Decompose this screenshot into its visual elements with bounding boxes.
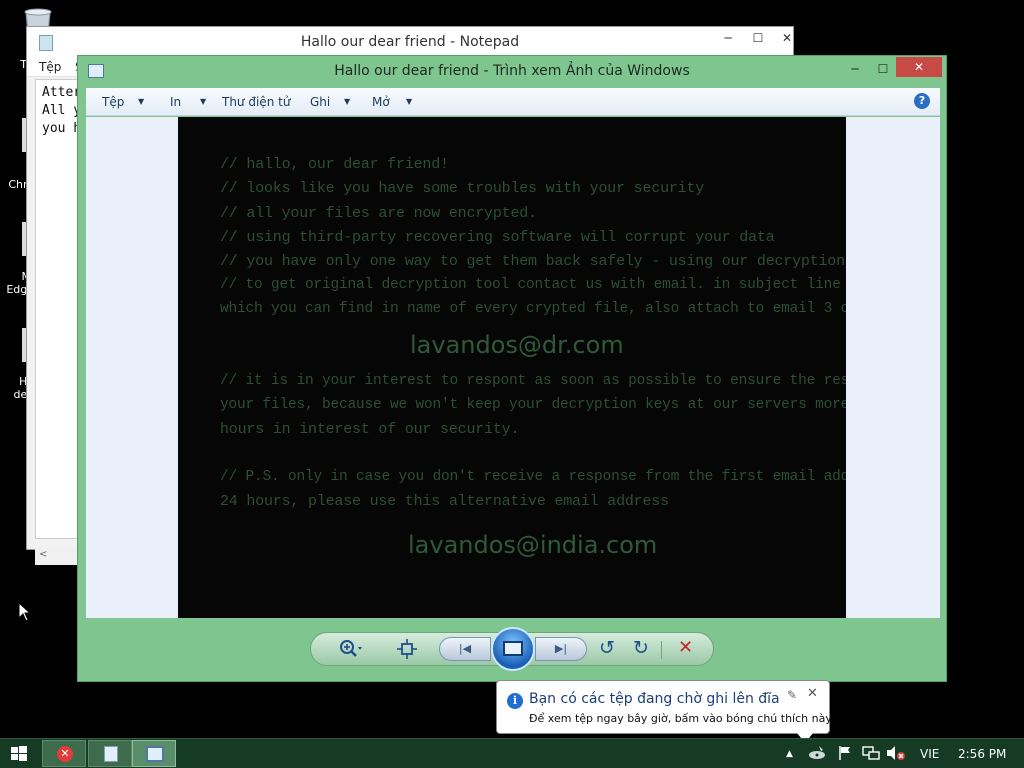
notepad-title: Hallo our dear friend - Notepad	[300, 34, 520, 50]
notepad-titlebar[interactable]: Hallo our dear friend - Notepad ─ ☐ ✕	[27, 27, 793, 57]
next-image-button[interactable]: ▶|	[535, 637, 587, 661]
viewer-titlebar[interactable]: Hallo our dear friend - Trình xem Ảnh củ…	[78, 56, 946, 86]
error-circle-icon: ✕	[57, 746, 73, 762]
notification-body: Để xem tệp ngay bây giờ, bấm vào bóng ch…	[529, 712, 834, 725]
burn-disc-tray-icon[interactable]	[808, 745, 826, 764]
note-line: // looks like you have some troubles wit…	[220, 180, 705, 197]
scroll-left-icon[interactable]: <	[39, 549, 47, 560]
note-line: // you have only one way to get them bac…	[220, 253, 846, 270]
note-line: which you can find in name of every cryp…	[220, 301, 846, 317]
note-line: // it is in your interest to respont as …	[220, 373, 846, 389]
taskbar-notepad-app[interactable]	[88, 740, 132, 767]
notepad-close-button[interactable]: ✕	[763, 27, 811, 49]
note-line: 24 hours, please use this alternative em…	[220, 493, 669, 510]
menu-open-dropdown-icon[interactable]: ▼	[406, 97, 412, 106]
actual-size-icon[interactable]	[397, 639, 417, 663]
info-icon: i	[507, 693, 523, 709]
help-icon[interactable]: ?	[914, 93, 930, 109]
viewer-title: Hallo our dear friend - Trình xem Ảnh củ…	[334, 63, 690, 79]
zoom-icon[interactable]	[339, 639, 363, 663]
menu-open[interactable]: Mở	[372, 95, 390, 109]
taskbar-ransomware-app[interactable]: ✕	[42, 740, 86, 767]
viewer-toolbar: Tệp ▼ In ▼ Thư điện tử Ghi ▼ Mở ▼ ?	[86, 88, 940, 116]
note-line: // all your files are now encrypted.	[220, 205, 537, 222]
slideshow-icon	[503, 641, 523, 656]
menu-print-dropdown-icon[interactable]: ▼	[200, 97, 206, 106]
menu-print[interactable]: In	[170, 95, 181, 109]
menu-burn[interactable]: Ghi	[310, 95, 330, 109]
note-line: hours in interest of our security.	[220, 421, 520, 438]
viewer-minimize-button[interactable]: ─	[840, 58, 870, 80]
primary-email-address: lavandos@dr.com	[410, 331, 624, 359]
burn-files-notification[interactable]: i Bạn có các tệp đang chờ ghi lên đĩa Để…	[496, 680, 834, 738]
menu-file-dropdown-icon[interactable]: ▼	[138, 97, 144, 106]
image-canvas: // hallo, our dear friend! // looks like…	[86, 117, 940, 618]
show-hidden-icons-button[interactable]: ▲	[786, 749, 793, 759]
previous-image-button[interactable]: |◀	[439, 637, 491, 661]
viewer-control-bar: |◀ ▶| ↺ ↻ ✕	[310, 627, 714, 671]
skip-next-icon: ▶|	[554, 642, 568, 655]
notification-settings-icon[interactable]: ✎	[787, 688, 797, 702]
notepad-menu-file[interactable]: Tệp	[39, 60, 61, 74]
notification-title: Bạn có các tệp đang chờ ghi lên đĩa	[529, 691, 780, 707]
start-button[interactable]	[6, 743, 32, 765]
menu-file[interactable]: Tệp	[102, 95, 124, 109]
mouse-pointer-icon	[18, 602, 32, 622]
note-line: your files, because we won't keep your d…	[220, 397, 846, 413]
note-line: // to get original decryption tool conta…	[220, 277, 846, 293]
slideshow-button[interactable]	[491, 627, 535, 671]
control-divider	[661, 641, 662, 659]
photo-viewer-window[interactable]: Hallo our dear friend - Trình xem Ảnh củ…	[77, 55, 947, 682]
volume-muted-icon[interactable]	[886, 745, 906, 764]
taskbar: ✕ ▲ VIE 2:56 PM	[0, 738, 1024, 768]
photo-viewer-icon	[146, 746, 164, 762]
notification-close-button[interactable]: ✕	[807, 686, 818, 701]
viewer-close-button[interactable]: ✕	[896, 57, 942, 77]
windows-logo-icon	[11, 746, 27, 761]
alternative-email-address: lavandos@india.com	[408, 531, 658, 559]
delete-icon[interactable]: ✕	[678, 637, 693, 658]
menu-burn-dropdown-icon[interactable]: ▼	[344, 97, 350, 106]
note-line: // P.S. only in case you don't receive a…	[220, 469, 846, 485]
desktop: Th G Chro Mi Edge Ha dea Hallo our dear …	[0, 0, 1024, 738]
rotate-clockwise-icon[interactable]: ↻	[633, 637, 649, 659]
action-center-flag-icon[interactable]	[838, 745, 852, 764]
rotate-counterclockwise-icon[interactable]: ↺	[599, 637, 615, 659]
notepad-icon	[104, 746, 118, 762]
note-line: // hallo, our dear friend!	[220, 156, 449, 173]
ransom-note-image: // hallo, our dear friend! // looks like…	[178, 117, 846, 618]
network-icon[interactable]	[862, 745, 880, 764]
notepad-minimize-button[interactable]: ─	[713, 27, 743, 49]
input-language-indicator[interactable]: VIE	[920, 747, 939, 761]
note-line: // using third-party recovering software…	[220, 229, 775, 246]
menu-email[interactable]: Thư điện tử	[222, 95, 290, 109]
skip-previous-icon: |◀	[458, 642, 472, 655]
taskbar-photo-viewer-app[interactable]	[132, 740, 176, 767]
system-clock[interactable]: 2:56 PM	[958, 747, 1006, 761]
viewer-maximize-button[interactable]: ☐	[868, 58, 898, 80]
